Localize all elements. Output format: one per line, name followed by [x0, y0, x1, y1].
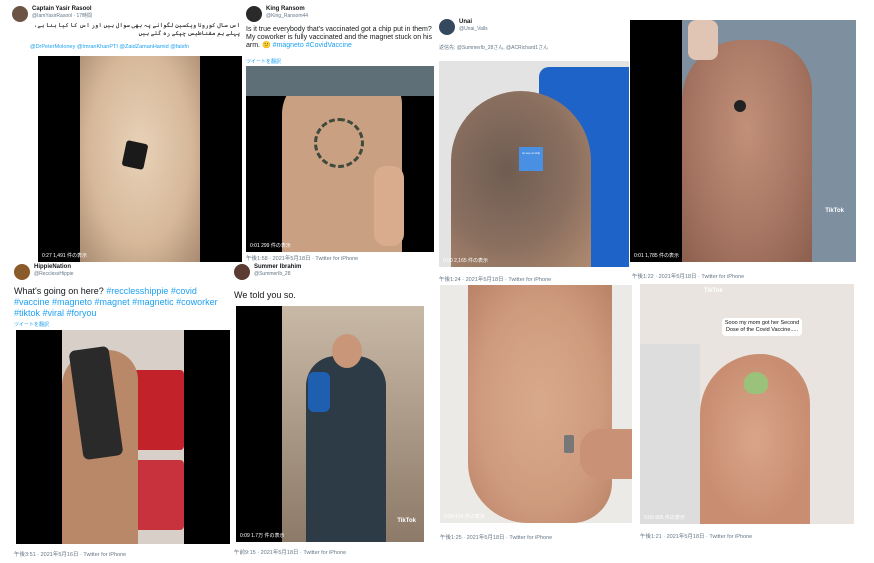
translate-link[interactable]: ツイートを翻訳 — [14, 322, 49, 328]
handle[interactable]: @King_Ransom44 — [266, 13, 308, 19]
video-player[interactable] — [16, 330, 230, 544]
view-count: 0:09 1.7万 件の表示 — [240, 533, 285, 539]
sticker: no soy el chip — [519, 147, 543, 171]
tweet-card-8: Sooo my mom got her Second Dose of the C… — [638, 282, 856, 544]
view-count: 0:00 905 件の表示 — [644, 515, 685, 521]
hand-image — [580, 429, 632, 479]
tweet-card-7: 0:58 414 件の表示 午後1:25 · 2021年5月18日 · Twit… — [438, 283, 634, 547]
tattooed-arm — [451, 91, 591, 267]
display-name[interactable]: Captain Yasir Rasool — [32, 6, 92, 13]
tweet-footer: 午後1:25 · 2021年5月18日 · Twitter for iPhone — [440, 535, 553, 541]
display-name[interactable]: Unai — [459, 19, 488, 26]
video-player[interactable]: 0:01 299 件の表示 — [246, 66, 434, 252]
hashtags[interactable]: #magneto #CovidVaccine — [273, 42, 352, 49]
tweet-card-1: Captain Yasir Rasool @IamYasirRasool · 1… — [10, 4, 242, 272]
tweet-header: Summer Ibrahim @SummerIb_28 — [234, 264, 301, 280]
video-player[interactable]: no soy el chip 0:00 2,165 件の表示 — [439, 61, 629, 267]
blue-scarf — [308, 372, 330, 412]
tweet-footer: 午前9:15 · 2021年5月18日 · Twitter for iPhone — [234, 550, 347, 556]
tweet-card-3: Unai @Unai_Valls 返信先: @SummerIb_28さん, @A… — [437, 17, 629, 283]
handle[interactable]: @IamYasirRasool · 17時間 — [32, 13, 92, 19]
avatar[interactable] — [14, 264, 30, 280]
translate-link[interactable]: ツイートを翻訳 — [246, 59, 281, 65]
tweet-header: Captain Yasir Rasool @IamYasirRasool · 1… — [12, 6, 92, 22]
magnet — [564, 435, 574, 453]
tweet-text: Is it true everybody that's vaccinated g… — [246, 26, 432, 50]
video-player[interactable]: 0:58 414 件の表示 — [440, 285, 632, 523]
avatar[interactable] — [234, 264, 250, 280]
tweet-card-6: Summer Ibrahim @SummerIb_28 We told you … — [232, 262, 426, 560]
person-face — [332, 334, 362, 368]
video-player[interactable]: 0:27 1,491 件の表示 — [38, 56, 242, 262]
tweet-text: اس سال کورونا ویکسین لگوانے پہ بھی سوال … — [33, 23, 240, 37]
view-count: 0:00 2,165 件の表示 — [443, 258, 489, 264]
tweet-footer: 午後1:58 · 2021年5月18日 · Twitter for iPhone — [246, 256, 359, 262]
handle[interactable]: @Unai_Valls — [459, 26, 488, 32]
tweet-header: Unai @Unai_Valls — [439, 19, 488, 35]
handle[interactable]: @RecclessHippie — [34, 271, 74, 277]
sun-tattoo — [314, 118, 364, 168]
tiktok-watermark: TikTok — [825, 208, 844, 214]
arm-image — [682, 40, 812, 262]
tweet-header: HippieNation @RecclessHippie — [14, 264, 74, 280]
view-count: 0:01 299 件の表示 — [250, 243, 291, 249]
tweet-footer: 午後1:24 · 2021年5月18日 · Twitter for iPhone — [439, 277, 552, 283]
tweet-body: What's going on here? — [14, 286, 104, 296]
background-room — [246, 66, 434, 96]
red-handbags — [134, 460, 184, 530]
tweet-header: King Ransom @King_Ransom44 — [246, 6, 308, 22]
tweet-text: What's going on here? #recclesshippie #c… — [14, 286, 232, 319]
display-name[interactable]: Summer Ibrahim — [254, 264, 301, 271]
avatar[interactable] — [246, 6, 262, 22]
arm-image — [468, 285, 612, 523]
tiktok-caption: Sooo my mom got her Second Dose of the C… — [722, 318, 802, 336]
video-player[interactable]: TikTok 0:09 1.7万 件の表示 — [236, 306, 424, 542]
white-shirt — [640, 344, 700, 524]
reply-to[interactable]: 返信先: @SummerIb_28さん, @ACRichard1さん — [439, 45, 548, 51]
magnet — [734, 100, 746, 112]
avatar[interactable] — [12, 6, 28, 22]
view-count: 0:27 1,491 件の表示 — [42, 253, 88, 259]
video-player[interactable]: TikTok 0:01 1,785 件の表示 — [630, 20, 856, 262]
hand-image — [688, 20, 718, 60]
tiktok-watermark: TikTok — [704, 288, 723, 294]
avatar[interactable] — [439, 19, 455, 35]
tiktok-watermark: TikTok — [397, 518, 416, 524]
handle[interactable]: @SummerIb_28 — [254, 271, 301, 277]
tweet-text: We told you so. — [234, 290, 296, 300]
mentions[interactable]: @DrPeterMoloney @ImranKhanPTI @ZaidZaman… — [30, 44, 189, 50]
tweet-footer: 午後3:51 · 2021年5月16日 · Twitter for iPhone — [14, 552, 127, 558]
tweet-card-4: TikTok 0:01 1,785 件の表示 午後1:22 · 2021年5月1… — [630, 20, 856, 282]
display-name[interactable]: King Ransom — [266, 6, 308, 13]
tweet-card-5: HippieNation @RecclessHippie What's goin… — [12, 262, 234, 560]
video-player[interactable]: Sooo my mom got her Second Dose of the C… — [640, 284, 854, 524]
tweet-footer: 午後1:22 · 2021年5月18日 · Twitter for iPhone — [632, 274, 745, 280]
tweet-footer: 午後1:21 · 2021年5月18日 · Twitter for iPhone — [640, 534, 753, 540]
baby-yoda-sticker — [744, 372, 768, 394]
display-name[interactable]: HippieNation — [34, 264, 74, 271]
hand-image — [374, 166, 404, 246]
tweet-card-2: King Ransom @King_Ransom44 Is it true ev… — [244, 4, 436, 264]
view-count: 0:01 1,785 件の表示 — [634, 253, 680, 259]
view-count: 0:58 414 件の表示 — [444, 514, 485, 520]
